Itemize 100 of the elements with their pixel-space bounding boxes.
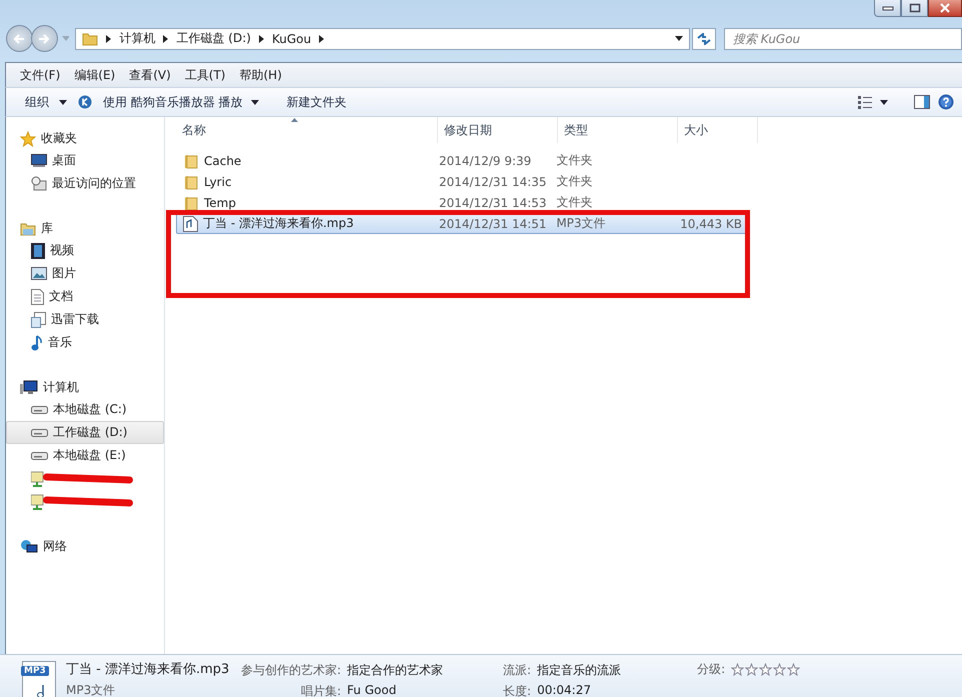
refresh-icon <box>697 32 712 44</box>
file-name: Temp <box>204 196 236 210</box>
forward-button[interactable] <box>30 25 58 52</box>
minimize-button[interactable] <box>874 0 901 17</box>
play-button[interactable]: 使用 酷狗音乐播放器 播放 <box>100 92 262 112</box>
sidebar-item[interactable]: 本地磁盘 (E:) <box>6 444 164 467</box>
property-value[interactable]: Fu Good <box>347 683 498 697</box>
sidebar-item[interactable]: 最近访问的位置 <box>6 172 164 195</box>
film-icon <box>31 242 45 258</box>
caret-icon <box>250 100 259 104</box>
search-field[interactable]: 搜索 KuGou <box>724 28 962 50</box>
sidebar-heading[interactable]: 计算机 <box>43 379 79 396</box>
folder-icon <box>183 194 199 210</box>
column-header[interactable]: 类型 <box>558 117 678 143</box>
star-icon[interactable] <box>773 663 786 676</box>
column-header[interactable]: 修改日期 <box>438 117 558 143</box>
sidebar-item[interactable]: 音乐 <box>6 331 164 354</box>
sidebar-item[interactable]: 文档 <box>6 285 164 308</box>
menu-item[interactable]: 编辑(E) <box>68 66 122 84</box>
computer-icon <box>20 380 38 395</box>
property-label: 唱片集: <box>300 683 342 697</box>
picture-icon <box>31 267 47 280</box>
sidebar-item[interactable]: 视频 <box>6 239 164 262</box>
folder-icon <box>82 32 98 46</box>
sidebar-item[interactable]: 图片 <box>6 262 164 285</box>
sidebar-heading[interactable]: 库 <box>41 220 53 237</box>
mp3-file-icon: MP3 <box>22 661 56 697</box>
file-title: 丁当 - 漂洋过海来看你.mp3 <box>66 661 230 678</box>
sidebar-item[interactable]: 工作磁盘 (D:) <box>6 421 164 444</box>
property-label: 长度: <box>503 683 532 697</box>
breadcrumb[interactable]: KuGou <box>272 32 312 46</box>
maximize-button[interactable] <box>901 0 928 17</box>
chevron-icon[interactable] <box>319 34 324 42</box>
drive-icon <box>31 450 48 460</box>
star-icon[interactable] <box>731 663 744 676</box>
network-icon <box>20 539 38 554</box>
sidebar-heading[interactable]: 收藏夹 <box>41 130 77 147</box>
file-row[interactable]: Lyric 2014/12/31 14:35 文件夹 <box>176 171 747 192</box>
organize-button[interactable]: 组织 <box>22 92 70 112</box>
modified-date: 2014/12/31 14:53 <box>439 196 547 210</box>
back-arrow-icon <box>12 32 26 44</box>
property-value[interactable]: 指定合作的艺术家 <box>347 662 498 679</box>
property-label: 分级: <box>697 661 726 678</box>
file-type: 文件夹 <box>556 173 592 190</box>
breadcrumb[interactable]: 工作磁盘 (D:) <box>176 30 251 47</box>
property-label: 参与创作的艺术家: <box>241 662 342 679</box>
property-value[interactable]: 指定音乐的流派 <box>537 662 688 679</box>
modified-date: 2014/12/31 14:35 <box>439 174 547 188</box>
library-icon <box>20 222 36 236</box>
column-header[interactable]: 大小 <box>678 117 758 143</box>
star-icon[interactable] <box>759 663 772 676</box>
menu-item[interactable]: 文件(F) <box>14 66 66 84</box>
maximize-icon <box>908 3 920 13</box>
file-row[interactable]: Cache 2014/12/9 9:39 文件夹 <box>176 150 747 171</box>
close-icon <box>939 3 951 13</box>
property-label: 流派: <box>503 662 532 679</box>
back-button[interactable] <box>6 25 33 52</box>
file-row[interactable]: Temp 2014/12/31 14:53 文件夹 <box>176 192 747 213</box>
player-icon <box>78 95 92 109</box>
view-options-icon[interactable] <box>858 96 872 108</box>
sidebar-heading[interactable]: 网络 <box>43 538 67 555</box>
file-name: Lyric <box>204 174 232 188</box>
close-button[interactable] <box>928 0 962 17</box>
menu-item[interactable]: 帮助(H) <box>234 66 288 84</box>
modified-date: 2014/12/31 14:51 <box>439 216 547 230</box>
drive-icon <box>31 428 48 438</box>
menu-item[interactable]: 查看(V) <box>123 66 177 84</box>
refresh-button[interactable] <box>692 28 716 50</box>
music-note-icon <box>31 334 43 350</box>
menu-item[interactable]: 工具(T) <box>178 66 232 84</box>
file-type: MP3文件 <box>66 682 116 697</box>
help-icon[interactable] <box>938 94 954 110</box>
star-icon[interactable] <box>787 663 800 676</box>
property-value[interactable]: 00:04:27 <box>537 683 688 697</box>
forward-arrow-icon <box>37 32 52 44</box>
folder-icon <box>183 152 199 168</box>
preview-pane-icon[interactable] <box>914 95 930 109</box>
breadcrumb[interactable]: 计算机 <box>119 30 156 47</box>
file-type: 文件夹 <box>556 152 592 169</box>
desktop-icon <box>31 154 47 167</box>
file-name: 丁当 - 漂洋过海来看你.mp3 <box>203 215 354 232</box>
dropdown-caret-icon[interactable] <box>880 100 888 104</box>
chevron-icon[interactable] <box>106 34 112 42</box>
sidebar-item[interactable]: 迅雷下载 <box>6 308 164 331</box>
star-icon <box>20 130 36 146</box>
star-rating[interactable] <box>731 663 800 676</box>
new-folder-button[interactable]: 新建文件夹 <box>284 92 350 112</box>
sidebar-item[interactable]: 桌面 <box>6 149 164 172</box>
minimize-icon <box>882 5 894 11</box>
address-bar[interactable]: 计算机 工作磁盘 (D:) KuGou <box>75 28 690 50</box>
file-row[interactable]: 丁当 - 漂洋过海来看你.mp3 2014/12/31 14:51 MP3文件 10,443 KB <box>176 213 747 234</box>
dropdown-caret-icon[interactable] <box>675 36 684 41</box>
sidebar-item[interactable]: 本地磁盘 (C:) <box>6 398 164 421</box>
chevron-icon[interactable] <box>163 34 168 42</box>
chevron-icon[interactable] <box>258 34 264 42</box>
file-type: MP3文件 <box>556 215 606 232</box>
drive-icon <box>31 404 48 414</box>
file-name: Cache <box>204 154 242 168</box>
star-icon[interactable] <box>745 663 758 676</box>
file-type: 文件夹 <box>556 194 592 211</box>
